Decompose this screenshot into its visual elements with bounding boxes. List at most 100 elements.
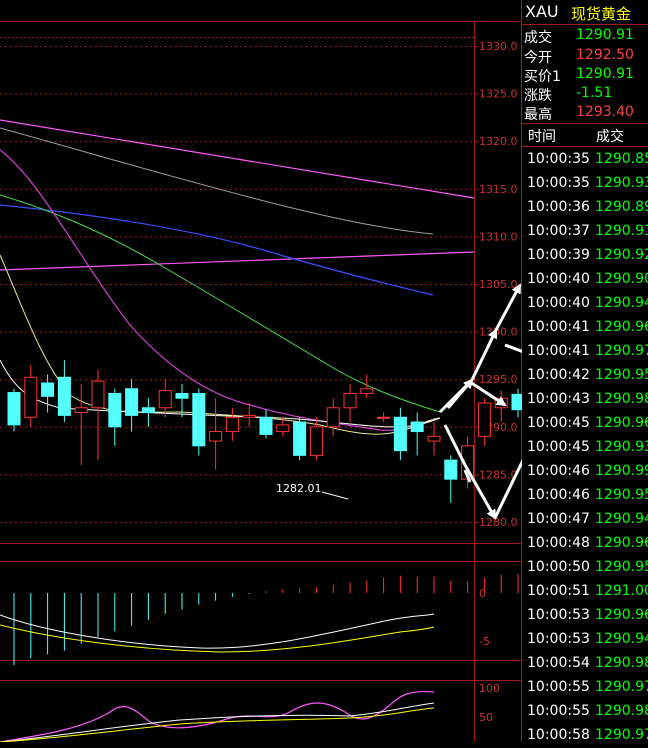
candle-body — [276, 424, 290, 433]
tick-price: 1290.94 — [595, 295, 648, 311]
annotation-arrows — [438, 283, 522, 520]
kline-chart[interactable]: 1330.01325.01320.01315.01310.01305.01300… — [0, 0, 522, 742]
tick-price: 1290.93 — [595, 175, 648, 191]
candle-body — [343, 392, 357, 409]
candle-body — [444, 459, 458, 480]
quote-row-bid: 买价1 1290.91 — [522, 65, 648, 85]
candle-body — [125, 388, 139, 416]
candle-body — [108, 392, 122, 428]
tick-price: 1290.95 — [595, 367, 648, 383]
header-separator — [522, 24, 648, 25]
quote-label: 买价1 — [524, 69, 561, 85]
candlesticks — [7, 360, 522, 503]
tick-price: 1290.98 — [595, 391, 648, 407]
tick-row: 10:00:45 1290.93 — [522, 436, 648, 460]
candle-body — [175, 392, 189, 399]
tick-time: 10:00:47 — [527, 511, 590, 527]
tick-time: 10:00:54 — [527, 655, 590, 671]
tick-row: 10:00:58 1290.97 — [522, 724, 648, 748]
tick-row: 10:00:43 1290.98 — [522, 388, 648, 412]
candle-body — [511, 393, 522, 411]
kdj-lines — [0, 690, 435, 742]
tick-price: 1290.91 — [595, 223, 648, 239]
tick-price: 1290.98 — [595, 655, 648, 671]
macd-axis-minus5: -5 — [479, 635, 490, 648]
tick-row: 10:00:36 1290.89 — [522, 196, 648, 220]
candle-body — [192, 392, 206, 447]
candle-body — [209, 431, 223, 442]
tick-row: 10:00:46 1290.99 — [522, 460, 648, 484]
tick-time: 10:00:43 — [527, 391, 590, 407]
tick-row: 10:00:50 1290.95 — [522, 556, 648, 580]
tick-time: 10:00:41 — [527, 343, 590, 359]
candle-body — [259, 416, 273, 435]
tick-row: 10:00:55 1290.98 — [522, 700, 648, 724]
tick-row: 10:00:54 1290.98 — [522, 652, 648, 676]
tick-row: 10:00:47 1290.94 — [522, 508, 648, 532]
macd-panel — [13, 573, 519, 665]
tick-row: 10:00:41 1290.96 — [522, 316, 648, 340]
axis-label: 1285.0 — [479, 468, 518, 481]
tick-row: 10:00:46 1290.95 — [522, 484, 648, 508]
candle-body — [24, 376, 38, 418]
ticks-header-time: 时间 — [528, 129, 556, 145]
tick-price: 1290.97 — [595, 343, 648, 359]
tick-row: 10:00:48 1290.96 — [522, 532, 648, 556]
quote-label: 今开 — [524, 50, 552, 66]
quote-label: 涨跌 — [524, 88, 552, 104]
candle-body — [293, 421, 307, 456]
tick-time: 10:00:41 — [527, 319, 590, 335]
tick-row: 10:00:53 1290.94 — [522, 628, 648, 652]
ticks-header: 时间 成交 — [522, 123, 648, 147]
instrument-name: 现货黄金 — [571, 5, 632, 23]
low-marker-label: 1282.01 — [276, 482, 322, 495]
tick-time: 10:00:53 — [527, 631, 590, 647]
tick-row: 10:00:51 1291.00 — [522, 580, 648, 604]
tick-time: 10:00:46 — [527, 487, 590, 503]
tick-price: 1290.96 — [595, 607, 648, 623]
tick-time: 10:00:42 — [527, 367, 590, 383]
tick-row: 10:00:42 1290.95 — [522, 364, 648, 388]
tick-price: 1290.99 — [595, 463, 648, 479]
quote-row-last: 成交 1290.91 — [522, 26, 648, 46]
quote-value: -1.51 — [576, 85, 613, 101]
kdj-axis-50: 50 — [479, 711, 493, 724]
candle-body — [242, 414, 256, 418]
tick-row: 10:00:35 1290.85 — [522, 148, 648, 172]
tick-row: 10:00:41 1290.97 — [522, 340, 648, 364]
quote-value: 1290.91 — [576, 27, 634, 43]
axis-label: 1325.0 — [479, 88, 518, 101]
macd-dif — [0, 613, 435, 649]
candle-body — [393, 416, 407, 452]
candle-body — [91, 380, 105, 409]
candle-body — [427, 435, 441, 442]
candle-body — [360, 388, 374, 394]
axis-label: 1305.0 — [479, 278, 518, 291]
tick-time: 10:00:51 — [527, 583, 590, 599]
candle-body — [74, 407, 88, 414]
tick-price: 1290.98 — [595, 703, 648, 719]
tick-price: 1290.89 — [595, 199, 648, 215]
candle-body — [410, 421, 424, 433]
tick-price: 1290.94 — [595, 511, 648, 527]
instrument-code: XAU — [525, 2, 559, 21]
tick-price: 1290.95 — [595, 487, 648, 503]
tick-time: 10:00:35 — [527, 175, 590, 191]
axis-label: 1310.0 — [479, 230, 518, 243]
axis-label: 1320.0 — [479, 135, 518, 148]
tick-price: 1290.90 — [595, 271, 648, 287]
tick-time: 10:00:40 — [527, 295, 590, 311]
candle-body — [7, 392, 21, 426]
tick-time: 10:00:55 — [527, 679, 590, 695]
macd-axis-0: 0 — [479, 587, 486, 600]
tick-row: 10:00:55 1290.97 — [522, 676, 648, 700]
quote-row-high: 最高 1293.40 — [522, 103, 648, 123]
tick-row: 10:00:35 1290.93 — [522, 172, 648, 196]
axis-label: 1330.0 — [479, 40, 518, 53]
kdj-axis-100: 100 — [479, 682, 500, 695]
tick-time: 10:00:46 — [527, 463, 590, 479]
tick-price: 1290.97 — [595, 727, 648, 743]
ma-magenta-flat — [0, 251, 475, 271]
candle-body — [141, 407, 155, 414]
candle-body — [309, 426, 323, 456]
